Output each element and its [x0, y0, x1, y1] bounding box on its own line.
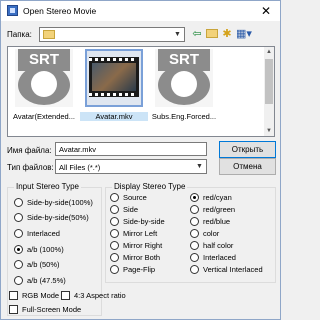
window-title: Open Stereo Movie [23, 6, 97, 16]
open-stereo-movie-dialog: Open Stereo Movie ✕ Папка: ▼ ⇦ ✱ ▦▾ SRT … [0, 0, 281, 320]
display-option-vertical-interlaced[interactable]: Vertical Interlaced [190, 264, 263, 275]
file-item-2[interactable]: SRT Subs.Eng.Forced... [150, 49, 218, 129]
folder-label: Папка: [7, 30, 32, 39]
display-option-page-flip[interactable]: Page-Flip [110, 264, 155, 275]
aspect-ratio-checkbox[interactable]: 4:3 Aspect ratio [61, 290, 126, 301]
title-bar: Open Stereo Movie ✕ [1, 1, 280, 21]
scroll-down-icon[interactable]: ▼ [264, 126, 274, 136]
filename-input[interactable]: Avatar.mkv [55, 142, 207, 156]
display-option-red-blue[interactable]: red/blue [190, 216, 230, 227]
filetype-value: All Files (*.*) [59, 163, 101, 172]
cancel-button[interactable]: Отмена [219, 158, 276, 175]
video-file-icon [85, 49, 143, 107]
display-stereo-type-group: Display Stereo Type Source Side Side-by-… [105, 182, 276, 283]
input-option-5[interactable]: a/b (47.5%) [14, 275, 66, 286]
new-folder-icon[interactable]: ✱ [220, 27, 234, 41]
filetype-label: Тип файлов: [7, 163, 54, 172]
display-option-interlaced[interactable]: Interlaced [190, 252, 236, 263]
srt-file-icon: SRT [155, 49, 213, 107]
rgb-mode-checkbox[interactable]: RGB Mode [9, 290, 59, 301]
display-option-side-by-side[interactable]: Side-by-side [110, 216, 165, 227]
fullscreen-checkbox[interactable]: Full-Screen Mode [9, 304, 81, 315]
srt-file-icon: SRT [15, 49, 73, 107]
display-option-color[interactable]: color [190, 228, 219, 239]
display-option-mirror-left[interactable]: Mirror Left [110, 228, 157, 239]
file-list[interactable]: SRT Avatar(Extended... Avatar.mkv SRT Su… [7, 46, 275, 137]
input-option-1[interactable]: Side-by-side(50%) [14, 212, 89, 223]
file-item-1[interactable]: Avatar.mkv [80, 49, 148, 129]
filename-label: Имя файла: [7, 146, 52, 155]
display-option-side[interactable]: Side [110, 204, 138, 215]
chevron-down-icon[interactable]: ▼ [172, 29, 183, 40]
app-icon [7, 5, 18, 16]
file-name: Avatar(Extended... [13, 112, 75, 121]
display-option-red-green[interactable]: red/green [190, 204, 235, 215]
open-button[interactable]: Открыть [219, 141, 276, 158]
display-option-half-color[interactable]: half color [190, 240, 233, 251]
input-option-2[interactable]: Interlaced [14, 228, 60, 239]
file-name: Subs.Eng.Forced... [151, 112, 217, 121]
display-stereo-type-title: Display Stereo Type [112, 182, 188, 191]
vertical-scrollbar[interactable]: ▲ ▼ [264, 47, 274, 136]
file-item-0[interactable]: SRT Avatar(Extended... [10, 49, 78, 129]
input-option-0[interactable]: Side-by-side(100%) [14, 197, 93, 208]
filetype-combo[interactable]: All Files (*.*) ▼ [55, 159, 207, 174]
up-folder-icon[interactable] [205, 27, 219, 41]
input-option-4[interactable]: a/b (50%) [14, 259, 60, 270]
display-option-mirror-both[interactable]: Mirror Both [110, 252, 160, 263]
back-icon[interactable]: ⇦ [190, 27, 204, 41]
input-stereo-type-title: Input Stereo Type [14, 182, 82, 191]
file-name: Avatar.mkv [80, 112, 148, 121]
folder-combo[interactable]: ▼ [39, 27, 185, 42]
close-button[interactable]: ✕ [258, 3, 274, 19]
view-menu-icon[interactable]: ▦▾ [235, 27, 253, 41]
folder-icon [43, 30, 55, 39]
scroll-thumb[interactable] [265, 59, 273, 104]
display-option-mirror-right[interactable]: Mirror Right [110, 240, 162, 251]
display-option-red-cyan[interactable]: red/cyan [190, 192, 232, 203]
display-option-source[interactable]: Source [110, 192, 147, 203]
input-option-3[interactable]: a/b (100%) [14, 244, 64, 255]
scroll-up-icon[interactable]: ▲ [264, 47, 274, 57]
chevron-down-icon[interactable]: ▼ [194, 161, 205, 172]
